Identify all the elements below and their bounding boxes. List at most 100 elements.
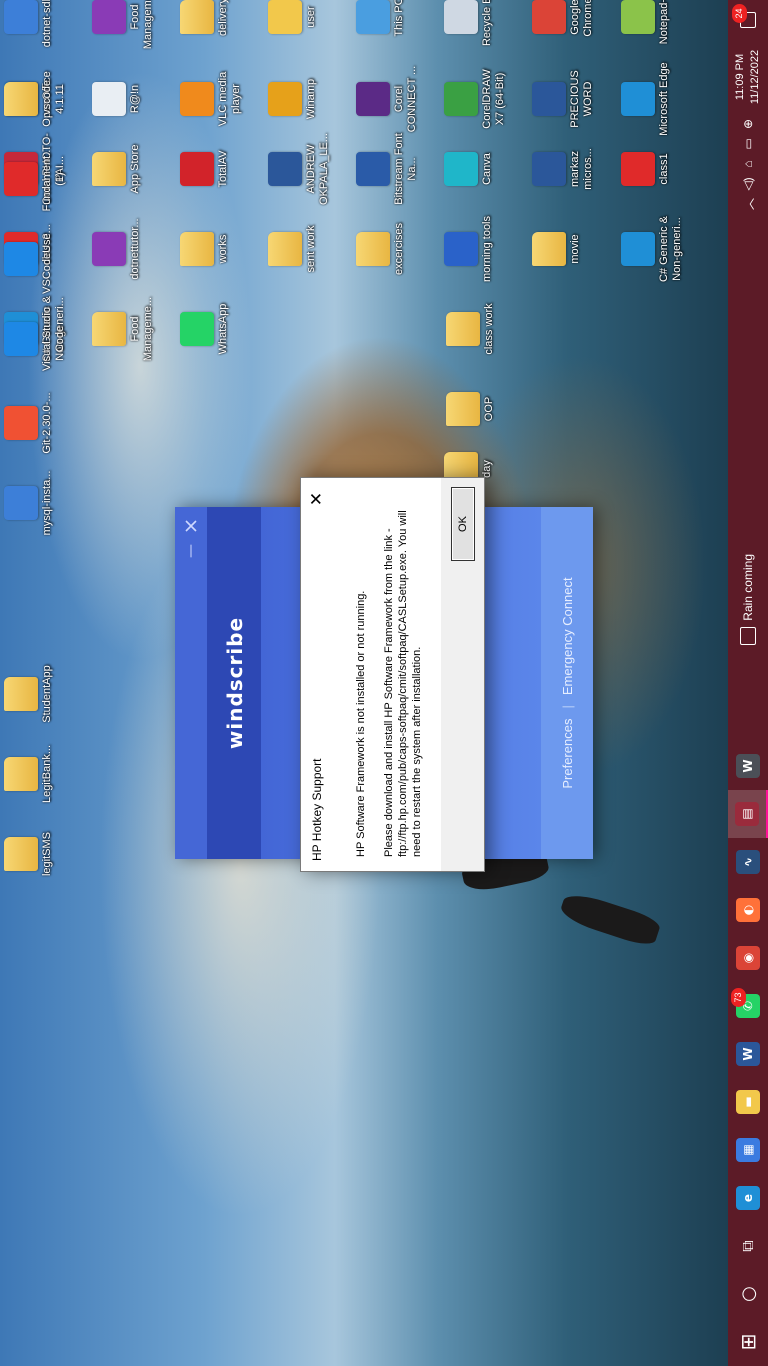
word-icon	[268, 152, 302, 186]
desktop-icon[interactable]: movie	[532, 212, 582, 286]
taskbar-app-button[interactable]: ◉	[728, 934, 768, 982]
desktop-icon-label: markaz micros...	[569, 148, 594, 190]
desktop-icon[interactable]: mysql-insta...	[4, 466, 54, 540]
start-button[interactable]: ⊞	[728, 1318, 768, 1366]
desktop-icon[interactable]: Google Chrome	[532, 0, 595, 54]
desktop-icon[interactable]: Notepad++	[621, 0, 671, 54]
taskbar-app-button[interactable]: ▤	[728, 790, 768, 838]
desktop-icon[interactable]: class1	[621, 132, 671, 206]
taskbar-app-button[interactable]: ◐	[728, 886, 768, 934]
desktop-icon[interactable]: sent work	[268, 212, 318, 286]
firefox-icon: ◐	[736, 898, 760, 922]
battery-icon[interactable]: ▭	[741, 134, 755, 154]
desktop-icon[interactable]: delivery	[180, 0, 230, 54]
minimize-icon[interactable]: —	[181, 541, 201, 561]
usb-icon[interactable]: ⌂	[741, 154, 755, 174]
desktop-icon[interactable]: Winamp	[268, 62, 318, 136]
desktop-icon[interactable]: LegitBank...	[4, 737, 54, 811]
chevron-up-icon[interactable]: ︿	[740, 194, 757, 214]
winamp-icon	[268, 82, 302, 116]
windscribe-banner: windscribe	[207, 507, 261, 859]
desktop-icon[interactable]: Corel CONNECT ...	[356, 62, 419, 136]
preferences-link[interactable]: Preferences	[560, 719, 575, 789]
store-icon: ▦	[736, 1138, 760, 1162]
desktop-icon[interactable]: Food Manageme...	[92, 292, 155, 366]
desktop-icon[interactable]: user	[268, 0, 318, 54]
vscode-icon	[4, 242, 38, 276]
desktop-icon[interactable]: VLC media player	[180, 62, 243, 136]
taskbar-app-button[interactable]: ∿	[728, 838, 768, 886]
desktop-icon[interactable]: C# Generic & Non-generi...	[621, 212, 684, 286]
notification-center-button[interactable]: 24	[728, 0, 768, 40]
weather-widget[interactable]: Rain coming	[740, 544, 756, 655]
desktop-icon[interactable]: Bitstream Font Na...	[356, 132, 419, 206]
desktop-icon[interactable]: Git-2.30.0-...	[4, 386, 54, 460]
desktop-icon-label: This PC	[393, 0, 405, 37]
desktop-icon[interactable]: .vscode	[4, 62, 54, 136]
runner-silhouette	[557, 889, 663, 949]
task-view-button[interactable]: ⧉	[728, 1222, 768, 1270]
desktop-icon-label: sent work	[305, 225, 317, 273]
desktop-icon[interactable]: morning tools	[444, 212, 494, 286]
chrome-icon	[532, 0, 566, 34]
word-icon: W	[736, 1042, 760, 1066]
desktop-icon[interactable]: legitSMS	[4, 817, 54, 891]
desktop-icon[interactable]: TotalAV	[180, 132, 230, 206]
desktop-icon[interactable]: ANDREW OKPALA_LE...	[268, 132, 331, 206]
desktop-icon[interactable]: markaz micros...	[532, 132, 595, 206]
canva-icon	[444, 152, 478, 186]
recycle-bin-icon	[444, 0, 478, 34]
desktop-icon[interactable]: StudentApp	[4, 657, 54, 731]
desktop-icon[interactable]: Food Manageme...	[92, 0, 155, 54]
desktop-icon[interactable]: Visual Studio Code	[4, 302, 67, 376]
desktop-icon[interactable]: works	[180, 212, 230, 286]
desktop-icon-label: user	[305, 6, 317, 28]
close-icon[interactable]: ✕	[305, 484, 329, 514]
windscribe-titlebar[interactable]: —	[175, 507, 207, 859]
folder-icon	[180, 0, 214, 34]
clock[interactable]: 11:09 PM 11/12/2022	[733, 40, 763, 114]
desktop-icon[interactable]: PRECIOUS WORD	[532, 62, 595, 136]
chrome-icon: ◉	[736, 946, 760, 970]
desktop-icon[interactable]: excercises	[356, 212, 406, 286]
close-icon[interactable]	[181, 516, 201, 536]
desktop-icon[interactable]: Canva	[444, 132, 494, 206]
desktop-icon[interactable]: Fundament... (1)	[4, 142, 67, 216]
taskbar-app-button[interactable]: W	[728, 742, 768, 790]
desktop-icon-label: Recycle Bin	[481, 0, 493, 47]
hp-hotkey-dialog[interactable]: HP Hotkey Support ✕ HP Software Framewor…	[300, 477, 485, 872]
taskbar: ⊞ ○ ⧉ e ▦ ▬ W ✆ 73 ◉ ◐ ∿ ▤ W Rain coming ︿ ◁) ⌂ ▭ …	[728, 0, 768, 1366]
taskbar-app-button[interactable]: ▬	[728, 1078, 768, 1126]
volume-icon[interactable]: ◁)	[741, 174, 755, 194]
desktop-icon[interactable]: R@!n	[92, 62, 142, 136]
desktop-icon[interactable]: This PC	[356, 0, 406, 54]
desktop-icon-label: class work	[483, 303, 495, 355]
taskbar-app-button[interactable]: ✆ 73	[728, 982, 768, 1030]
desktop-icon-label: dotnettutor...	[129, 218, 141, 280]
taskbar-app-button[interactable]: e	[728, 1174, 768, 1222]
desktop-icon[interactable]: App Store	[92, 132, 142, 206]
desktop-icon[interactable]: class work	[446, 292, 496, 366]
desktop-icon[interactable]: Recycle Bin	[444, 0, 494, 54]
taskbar-app-button[interactable]: W	[728, 1030, 768, 1078]
desktop-icon-label: morning tools	[481, 215, 493, 283]
folder-icon	[4, 82, 38, 116]
search-button[interactable]: ○	[728, 1270, 768, 1318]
whatsapp-icon	[180, 312, 214, 346]
network-globe-icon[interactable]: ⊕	[741, 114, 755, 134]
corel-connect-icon	[356, 82, 390, 116]
desktop-icon[interactable]: dotnet-sdk...	[4, 0, 54, 54]
emergency-connect-link[interactable]: Emergency Connect	[560, 577, 575, 695]
desktop-icon[interactable]: CorelDRAW X7 (64-Bit)	[444, 62, 507, 136]
edge-icon: e	[736, 1186, 760, 1210]
desktop-icon-label: StudentApp	[41, 665, 53, 723]
desktop-icon-label: works	[217, 234, 229, 264]
taskbar-app-button[interactable]: ▦	[728, 1126, 768, 1174]
desktop-icon[interactable]: Microsoft Edge	[621, 62, 671, 136]
desktop-icon[interactable]: dotnettutor...	[92, 212, 142, 286]
ok-button[interactable]: OK	[451, 487, 475, 561]
desktop-icon[interactable]: VSCodeUse...	[4, 222, 54, 296]
desktop-icon-label: Notepad++	[658, 0, 670, 45]
desktop-icon-label: WhatsApp	[217, 303, 229, 355]
desktop-icon[interactable]: WhatsApp	[180, 292, 230, 366]
